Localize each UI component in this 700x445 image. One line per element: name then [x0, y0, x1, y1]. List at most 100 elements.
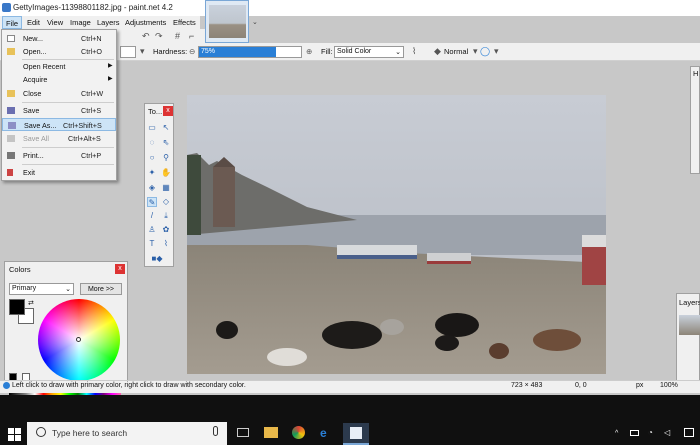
layer-thumbnail[interactable] [679, 315, 700, 335]
file-menu-dropdown: New... Ctrl+N Open... Ctrl+O Open Recent ▶ … [1, 29, 117, 181]
pencil-icon[interactable]: / [147, 211, 157, 221]
menu-item-close[interactable]: Close Ctrl+W [2, 87, 116, 100]
magic-wand-icon[interactable]: ✦ [147, 168, 157, 178]
redo-icon[interactable]: ↷ [155, 31, 163, 42]
image-size: 723 × 483 [511, 382, 543, 389]
microphone-icon[interactable] [213, 426, 218, 436]
search-icon [36, 427, 46, 437]
menu-item-open-recent[interactable]: Open Recent ▶ [2, 60, 116, 73]
chrome-icon[interactable] [292, 426, 305, 439]
menu-separator [22, 147, 114, 148]
blend-mode-icon[interactable]: ◆ [434, 46, 441, 57]
image-tab-thumbnail[interactable] [205, 0, 249, 43]
move-selection-icon[interactable]: ⇖ [161, 138, 171, 148]
menu-layers[interactable]: Layers [94, 16, 123, 29]
file-explorer-icon[interactable] [264, 427, 278, 438]
menu-item-save-as[interactable]: Save As... Ctrl+Shift+S [2, 118, 116, 131]
fill-select[interactable]: Solid Color ⌄ [334, 46, 404, 58]
cursor-position: 0, 0 [575, 382, 587, 389]
tray-arrow-icon[interactable]: ^ [615, 430, 618, 437]
selection-clipping-icon[interactable]: ◯ [480, 46, 490, 57]
task-view-icon[interactable] [237, 428, 249, 437]
zoom-icon[interactable]: ⚲ [161, 153, 171, 163]
menu-item-save[interactable]: Save Ctrl+S [2, 104, 116, 117]
menu-item-open[interactable]: Open... Ctrl+O [2, 45, 116, 58]
menu-item-print[interactable]: Print... Ctrl+P [2, 149, 116, 162]
battery-icon[interactable] [630, 430, 639, 436]
primary-color-swatch[interactable] [9, 299, 25, 315]
tools-panel-title: To... [148, 107, 163, 116]
paint-bucket-icon[interactable]: ◈ [147, 183, 157, 193]
windows-start-icon[interactable] [8, 428, 21, 441]
move-selected-icon[interactable]: ↖ [161, 123, 171, 133]
taskbar-search-placeholder: Type here to search [52, 428, 128, 438]
zoom-level[interactable]: 100% [660, 382, 678, 389]
save-as-icon [8, 122, 16, 129]
clone-stamp-icon[interactable]: ♙ [147, 225, 157, 235]
color-picker-icon[interactable]: ⤓ [161, 211, 171, 221]
menu-separator [22, 102, 114, 103]
brush-width-increase-icon[interactable]: ▾ [140, 46, 145, 57]
shapes-icon[interactable]: ■◆ [149, 254, 165, 264]
eraser-icon[interactable]: ◇ [161, 197, 171, 207]
submenu-arrow-icon: ▶ [108, 63, 113, 69]
menu-item-acquire[interactable]: Acquire ▶ [2, 73, 116, 86]
text-icon[interactable]: T [147, 239, 157, 249]
menu-item-new[interactable]: New... Ctrl+N [2, 32, 116, 45]
lasso-select-icon[interactable]: ◌ [147, 138, 157, 148]
volume-icon[interactable]: ◁ [664, 428, 670, 437]
hardness-slider[interactable]: 75% [198, 46, 302, 58]
menu-effects[interactable]: Effects [170, 16, 199, 29]
tab-dropdown-icon[interactable]: ⌄ [252, 18, 258, 26]
blend-mode-value[interactable]: Normal [444, 47, 468, 56]
recolor-icon[interactable]: ✿ [161, 225, 171, 235]
notifications-icon[interactable] [684, 428, 694, 437]
canvas-photo [187, 95, 606, 374]
edge-icon[interactable]: e [320, 426, 327, 440]
swap-colors-icon[interactable]: ⇄ [28, 299, 34, 307]
more-colors-button[interactable]: More >> [80, 283, 122, 295]
network-icon[interactable]: ◔ [648, 428, 653, 437]
hardness-decrease-icon[interactable]: ⊖ [189, 47, 195, 56]
paintbrush-icon[interactable]: ✎ [147, 197, 157, 207]
menu-image[interactable]: Image [67, 16, 94, 29]
fill-select-value: Solid Color [337, 48, 372, 55]
line-curve-icon[interactable]: ⌇ [161, 239, 171, 249]
hardness-label: Hardness: [153, 47, 188, 56]
tools-close-icon[interactable]: x [163, 106, 173, 116]
new-file-icon [7, 35, 15, 42]
menu-item-exit[interactable]: Exit [2, 166, 116, 179]
exit-icon [7, 169, 13, 176]
colors-close-icon[interactable]: x [115, 264, 125, 274]
chevron-down-icon: ⌄ [65, 286, 71, 293]
hardness-increase-icon[interactable]: ⊕ [306, 47, 312, 56]
open-folder-icon [7, 48, 15, 55]
antialiasing-icon[interactable]: ⌇ [412, 46, 416, 57]
ellipse-select-icon[interactable]: ○ [147, 153, 157, 163]
image-canvas[interactable] [187, 95, 606, 374]
grid-icon[interactable]: # [175, 31, 180, 41]
fill-label: Fill: [321, 47, 333, 56]
save-icon [7, 107, 15, 114]
brush-width-input[interactable] [120, 46, 136, 58]
history-panel [690, 66, 700, 174]
gradient-icon[interactable]: ▦ [161, 183, 171, 193]
close-file-icon [7, 90, 15, 97]
menu-separator [22, 164, 114, 165]
ruler-icon[interactable]: ⌐ [189, 31, 194, 41]
pan-icon[interactable]: ✋ [161, 168, 171, 178]
window-title: GettyImages-11398801182.jpg - paint.net … [13, 3, 173, 12]
menu-edit[interactable]: Edit [24, 16, 43, 29]
layers-panel-title: Layers [679, 298, 700, 307]
color-mode-select[interactable]: Primary ⌄ [9, 283, 74, 295]
menu-view[interactable]: View [44, 16, 66, 29]
menu-item-save-all: Save All Ctrl+Alt+S [2, 132, 116, 145]
units-selector[interactable]: px [636, 382, 643, 389]
blend-mode-dropdown-icon[interactable]: ▾ [473, 46, 478, 57]
rectangle-select-icon[interactable]: ▭ [147, 123, 157, 133]
menu-adjustments[interactable]: Adjustments [122, 16, 169, 29]
menu-file[interactable]: File [2, 16, 23, 29]
save-all-icon [7, 135, 15, 142]
undo-icon[interactable]: ↶ [142, 31, 150, 42]
clipping-dropdown-icon[interactable]: ▾ [494, 46, 499, 57]
